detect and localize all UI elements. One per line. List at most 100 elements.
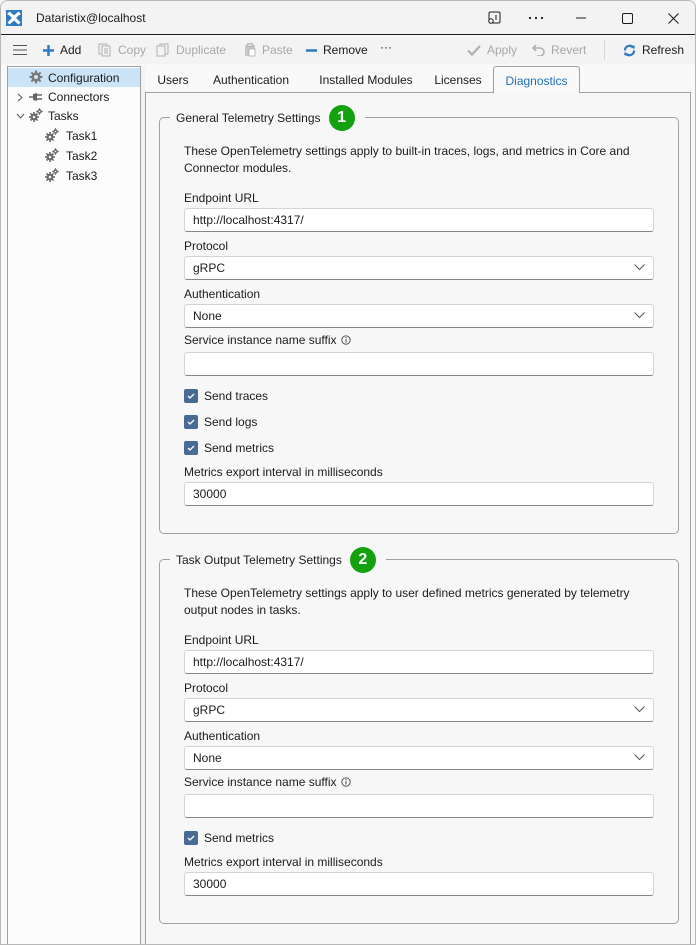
group-description: These OpenTelemetry settings apply to bu… [184, 144, 630, 175]
refresh-button[interactable]: Refresh [623, 42, 684, 58]
chevron-right-icon[interactable] [15, 92, 25, 102]
send-metrics-checkbox[interactable]: Send metrics [184, 440, 274, 456]
paste-label: Paste [262, 43, 293, 57]
app-logo-icon [6, 10, 22, 26]
duplicate-icon [156, 43, 169, 57]
checkbox-checked-icon [184, 389, 198, 403]
endpoint-url-input[interactable]: http://localhost:4317/ [184, 650, 654, 674]
feedback-icon [488, 11, 501, 24]
tree-item-label: Task1 [66, 128, 98, 143]
suffix-input[interactable] [184, 352, 654, 376]
protocol-select[interactable]: gRPC [184, 256, 654, 280]
checkmark-icon [467, 44, 481, 56]
minimize-button[interactable] [571, 9, 591, 27]
checkbox-label: Send metrics [204, 831, 275, 845]
authentication-label: Authentication [184, 287, 261, 301]
checkbox-label: Send logs [204, 415, 258, 429]
diagnostics-panel: General Telemetry Settings 1 These OpenT… [145, 92, 691, 944]
tab-licenses[interactable]: Licenses [431, 66, 485, 92]
refresh-label: Refresh [642, 43, 685, 57]
tree-item-label: Configuration [48, 70, 120, 85]
tree-item-label: Task3 [66, 168, 98, 183]
protocol-select[interactable]: gRPC [184, 698, 654, 722]
hamburger-icon [13, 45, 27, 55]
authentication-value: None [193, 751, 222, 765]
menu-button[interactable] [13, 42, 27, 58]
authentication-select[interactable]: None [184, 746, 654, 770]
gears-icon [45, 148, 59, 162]
tree-item-task3[interactable]: Task3 [8, 166, 140, 185]
remove-button[interactable]: Remove [306, 42, 368, 58]
group-header: Task Output Telemetry Settings 2 [170, 547, 386, 573]
checkbox-checked-icon [184, 441, 198, 455]
tree-item-configuration[interactable]: Configuration [8, 68, 140, 87]
overflow-icon: ··· [380, 40, 392, 54]
interval-input[interactable]: 30000 [184, 482, 654, 506]
callout-badge: 2 [349, 547, 376, 573]
protocol-value: gRPC [193, 261, 226, 275]
maximize-icon [621, 12, 633, 24]
tree-item-label: Task2 [66, 148, 98, 163]
checkbox-checked-icon [184, 831, 198, 845]
toolbar-separator [604, 40, 605, 60]
send-logs-checkbox[interactable]: Send logs [184, 414, 257, 430]
gears-icon [29, 108, 43, 122]
checkbox-checked-icon [184, 415, 198, 429]
interval-input[interactable]: 30000 [184, 872, 654, 896]
copy-button[interactable]: Copy [98, 42, 146, 58]
revert-label: Revert [551, 43, 587, 57]
tree-item-tasks[interactable]: Tasks [8, 106, 140, 125]
remove-label: Remove [323, 43, 368, 57]
tab-users[interactable]: Users [151, 66, 195, 92]
plus-icon [43, 44, 54, 56]
chevron-down-icon [634, 706, 645, 713]
suffix-input[interactable] [184, 794, 654, 818]
gears-icon [45, 168, 59, 182]
more-options-button[interactable] [526, 9, 546, 27]
authentication-label: Authentication [184, 729, 261, 743]
checkbox-label: Send traces [204, 389, 269, 403]
info-icon[interactable] [340, 335, 351, 345]
endpoint-url-label: Endpoint URL [184, 633, 259, 647]
chevron-down-icon [634, 264, 645, 271]
duplicate-button[interactable]: Duplicate [156, 42, 226, 58]
apply-button[interactable]: Apply [467, 42, 517, 58]
tree-item-task2[interactable]: Task2 [8, 146, 140, 165]
toolbar-overflow-button[interactable]: ··· [380, 39, 392, 55]
chevron-down-icon[interactable] [15, 111, 25, 121]
duplicate-label: Duplicate [176, 43, 227, 57]
tab-installed-modules[interactable]: Installed Modules [311, 66, 421, 92]
tree-item-task1[interactable]: Task1 [8, 126, 140, 145]
authentication-value: None [193, 309, 222, 323]
add-label: Add [60, 43, 82, 57]
interval-label: Metrics export interval in milliseconds [184, 855, 383, 869]
tree-item-label: Connectors [48, 89, 110, 104]
maximize-button[interactable] [617, 9, 637, 27]
info-icon[interactable] [340, 777, 351, 787]
gear-icon [29, 70, 43, 84]
window-title: Dataristix@localhost [36, 11, 146, 25]
minimize-icon [576, 17, 586, 19]
group-title: General Telemetry Settings [176, 111, 321, 125]
protocol-value: gRPC [193, 703, 226, 717]
paste-button[interactable]: Paste [244, 42, 293, 58]
copy-icon [98, 43, 111, 57]
tab-authentication[interactable]: Authentication [207, 66, 295, 92]
callout-badge: 1 [328, 105, 355, 131]
authentication-select[interactable]: None [184, 304, 654, 328]
feedback-button[interactable] [484, 9, 504, 27]
chevron-down-icon [634, 754, 645, 761]
close-icon [667, 12, 679, 24]
send-traces-checkbox[interactable]: Send traces [184, 388, 268, 404]
add-button[interactable]: Add [43, 42, 81, 58]
tree-item-connectors[interactable]: Connectors [8, 87, 140, 106]
close-button[interactable] [663, 9, 683, 27]
send-metrics-checkbox[interactable]: Send metrics [184, 830, 274, 846]
protocol-label: Protocol [184, 239, 229, 253]
endpoint-url-input[interactable]: http://localhost:4317/ [184, 208, 654, 232]
group-header: General Telemetry Settings 1 [170, 105, 365, 131]
revert-button[interactable]: Revert [532, 42, 586, 58]
refresh-icon [623, 44, 636, 56]
tab-diagnostics[interactable]: Diagnostics [493, 66, 580, 93]
suffix-label: Service instance name suffix [184, 775, 351, 789]
